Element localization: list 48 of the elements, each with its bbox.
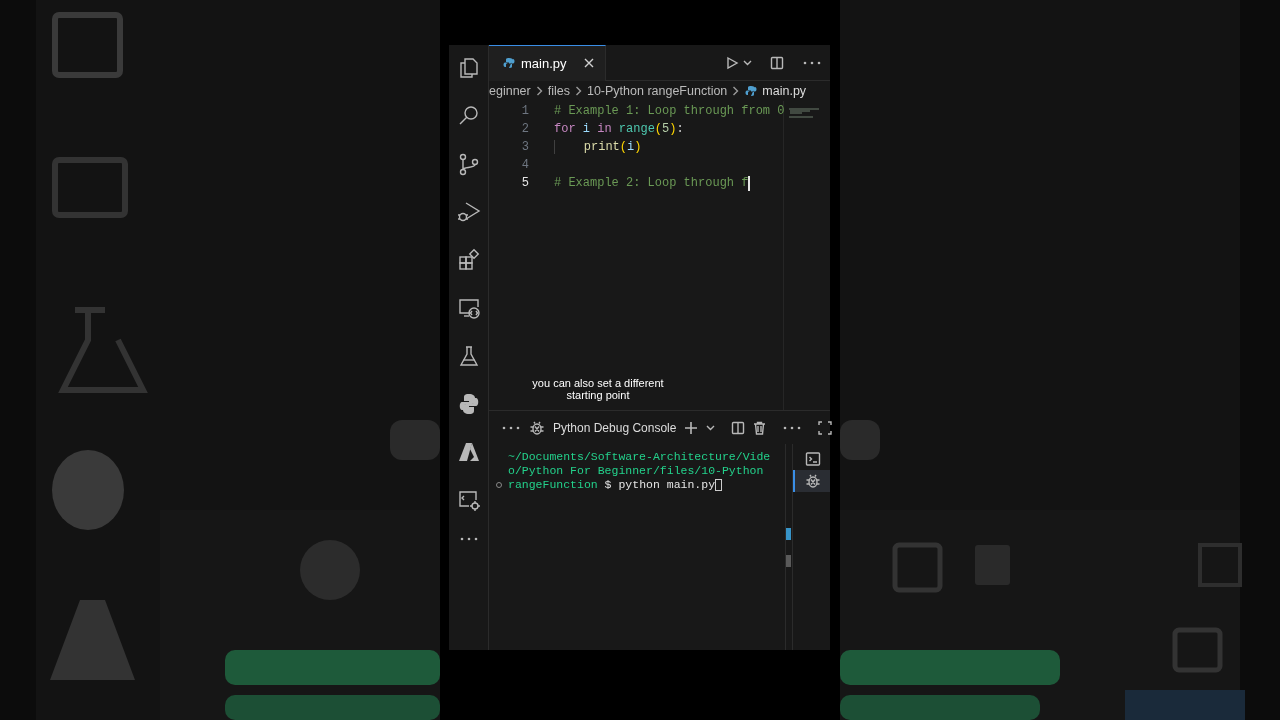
scroll-marker	[786, 528, 791, 540]
code-line: # Example 2: Loop through f	[554, 175, 749, 192]
terminal-line: ~/Documents/Software-Architecture/Vide	[508, 450, 771, 464]
python-file-icon	[503, 57, 515, 69]
plus-icon[interactable]	[684, 420, 699, 435]
python-file-icon	[745, 85, 758, 97]
triangle-logo-icon[interactable]	[456, 440, 481, 464]
split-editor-icon[interactable]	[731, 420, 746, 435]
breadcrumb-item[interactable]: 10-Python rangeFunction	[586, 84, 728, 98]
terminal-line: rangeFunction $ python main.py	[508, 478, 723, 492]
close-icon[interactable]	[582, 57, 595, 69]
trash-icon[interactable]	[753, 420, 767, 435]
run-debug-icon[interactable]	[456, 200, 481, 224]
panel-more-icon[interactable]	[501, 424, 521, 431]
bug-icon	[529, 419, 545, 436]
breadcrumb-item[interactable]: files	[547, 84, 570, 98]
editor-tab[interactable]: main.py	[489, 44, 606, 81]
remote-explorer-icon[interactable]	[456, 296, 481, 320]
code-line: for i in range(5):	[554, 121, 684, 138]
line-number: 5	[520, 175, 529, 192]
video-caption: you can also set a different starting point	[531, 377, 665, 401]
caret-icon[interactable]	[743, 59, 752, 66]
chevron-right-icon	[574, 86, 582, 96]
maximize-icon[interactable]	[818, 420, 833, 435]
panel-title[interactable]: Python Debug Console	[553, 420, 677, 435]
caret-icon[interactable]	[706, 424, 716, 431]
more-actions-icon[interactable]	[802, 59, 822, 66]
terminal-list-item[interactable]	[793, 470, 830, 492]
line-number: 1	[520, 103, 529, 120]
terminal-line: o/Python For Beginner/files/10-Python	[508, 464, 764, 478]
breadcrumb-item[interactable]: main.py	[762, 84, 807, 98]
code-line: print(i)	[554, 138, 642, 156]
code-line: # Example 1: Loop through from 0	[554, 103, 785, 120]
scroll-marker	[786, 555, 791, 567]
terminal-more-icon[interactable]	[782, 424, 803, 431]
chevron-right-icon	[732, 86, 740, 96]
breadcrumb-item[interactable]: eginner	[489, 84, 531, 98]
chevron-right-icon	[535, 86, 543, 96]
run-icon[interactable]	[725, 55, 739, 70]
split-editor-icon[interactable]	[770, 55, 784, 70]
monitor-gear-icon[interactable]	[456, 488, 481, 512]
terminal-icon[interactable]	[804, 451, 821, 467]
line-number: 3	[520, 139, 529, 156]
extensions-icon[interactable]	[456, 248, 481, 272]
more-icon[interactable]	[458, 536, 479, 542]
bug-icon	[804, 473, 821, 489]
line-number: 2	[520, 121, 529, 138]
line-number: 4	[520, 157, 529, 174]
